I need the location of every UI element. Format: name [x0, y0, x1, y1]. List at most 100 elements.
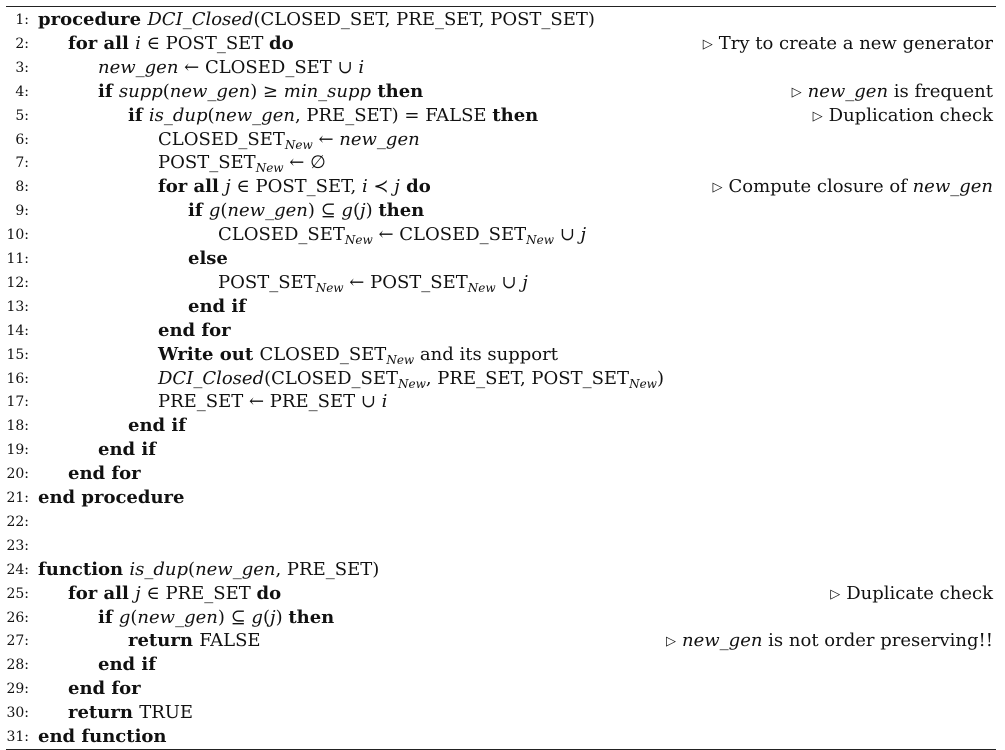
line-number: 28:: [6, 657, 29, 674]
line-number: 7:: [15, 155, 29, 172]
keyword: function: [38, 558, 130, 580]
code-text: new_gen: [195, 558, 276, 580]
line-number: 11:: [6, 251, 29, 267]
keyword: return: [128, 630, 200, 652]
comment: ▷ Duplicate check: [830, 582, 993, 607]
keyword: then: [378, 200, 425, 222]
algorithm-line: 31: end function: [0, 725, 1005, 749]
code-text: PRE_SET ← PRE_SET ∪: [158, 391, 382, 413]
algorithm-line: 13: end if: [0, 295, 1005, 319]
line-number: 26:: [6, 609, 29, 626]
algorithm-line: 30: return TRUE: [0, 701, 1005, 725]
code-text: Compute closure of: [728, 176, 913, 198]
algorithm-line: 23:: [0, 534, 1005, 558]
line-number: 16:: [6, 370, 29, 387]
line-number: 19:: [6, 442, 29, 459]
keyword: end for: [158, 319, 231, 341]
comment: ▷ Compute closure of new_gen: [712, 175, 993, 200]
triangle-right-icon: ▷: [830, 586, 841, 602]
comment: ▷ new_gen is frequent: [792, 80, 993, 105]
keyword: if: [188, 200, 209, 222]
keyword: for all: [68, 32, 136, 54]
line-number: 8:: [15, 179, 29, 196]
code-text: TRUE: [139, 702, 194, 724]
algorithm-line: 8: for all j ∈ POST_SET, i ≺ j do ▷ Compute…: [0, 175, 1005, 199]
code-text: CLOSED_SET: [158, 128, 285, 150]
algorithm-line: 3: new_gen ← CLOSED_SET ∪ i: [0, 56, 1005, 80]
line-number: 18:: [6, 418, 29, 435]
keyword: end for: [68, 463, 141, 485]
triangle-right-icon: ▷: [712, 180, 723, 196]
top-rule: [6, 6, 996, 7]
keyword: if: [98, 606, 119, 628]
code-text: g: [208, 200, 221, 222]
code-text: CLOSED_SET: [259, 343, 387, 365]
algorithm-line: 9: if g(new_gen) ⊆ g(j) then: [0, 199, 1005, 223]
code-statement: for all i ∈ POST_SET do: [68, 32, 294, 56]
code-statement: return TRUE: [68, 701, 193, 725]
keyword: for all: [68, 582, 136, 604]
code-text: ): [275, 606, 289, 628]
algorithm-line: 17: PRE_SET ← PRE_SET ∪ i: [0, 390, 1005, 414]
line-number: 4:: [15, 83, 29, 100]
code-text: g: [251, 606, 263, 628]
code-statement: end if: [98, 438, 156, 462]
line-number: 9:: [15, 203, 29, 220]
code-text: new_gen: [227, 200, 308, 222]
line-number: 1:: [15, 12, 29, 28]
algorithm-line: 15: Write out CLOSED_SETNew and its suppo…: [0, 343, 1005, 367]
algorithm-line: 12: POST_SETNew ← POST_SETNew ∪ j: [0, 271, 1005, 295]
keyword: then: [492, 104, 539, 126]
code-text: supp: [118, 80, 163, 102]
subscript: New: [397, 376, 426, 391]
algorithm-line: 22:: [0, 510, 1005, 534]
algorithm-line: 18: end if: [0, 414, 1005, 438]
code-statement: if is_dup(new_gen, PRE_SET) = FALSE then: [128, 104, 538, 128]
algorithm-line: 27: return FALSE ▷ new_gen is not order pre…: [0, 629, 1005, 653]
code-text: (: [352, 200, 360, 222]
code-text: POST_SET: [218, 271, 316, 293]
code-text: new_gen: [682, 630, 763, 652]
algorithm-line: 11: else: [0, 247, 1005, 271]
triangle-right-icon: ▷: [666, 634, 677, 650]
algorithm-line: 14: end for: [0, 319, 1005, 343]
code-statement: end function: [38, 725, 167, 749]
code-text: (: [162, 80, 170, 102]
algorithm-line: 24: function is_dup(new_gen, PRE_SET): [0, 558, 1005, 582]
code-text: g: [118, 606, 131, 628]
line-number: 24:: [6, 561, 29, 578]
algorithm-line: 21: end procedure: [0, 486, 1005, 510]
code-text: ≺: [367, 176, 395, 198]
keyword: end if: [98, 654, 156, 676]
code-text: i: [381, 391, 388, 413]
algorithm-line: 6: CLOSED_SETNew ← new_gen: [0, 128, 1005, 152]
keyword: if: [128, 104, 149, 126]
code-text: ): [365, 200, 379, 222]
line-number: 22:: [6, 513, 29, 530]
code-text: FALSE: [199, 630, 261, 652]
code-text: is frequent: [888, 80, 993, 102]
code-text: ∈ PRE_SET: [140, 582, 257, 604]
code-statement: end if: [188, 295, 246, 319]
keyword: do: [399, 176, 431, 198]
code-text: ) ⊆: [307, 200, 342, 222]
line-number: 15:: [6, 346, 29, 363]
algorithm-line: 28: end if: [0, 653, 1005, 677]
code-text: new_gen: [339, 128, 420, 150]
code-text: ∪: [495, 271, 523, 293]
subscript: New: [284, 137, 313, 152]
keyword: Write out: [158, 343, 260, 365]
code-statement: end if: [128, 414, 186, 438]
code-statement: if supp(new_gen) ≥ min_supp then: [98, 80, 423, 104]
code-text: ← CLOSED_SET ∪: [178, 56, 359, 78]
keyword: end for: [68, 678, 141, 700]
code-statement: new_gen ← CLOSED_SET ∪ i: [98, 56, 364, 80]
code-text: is_dup: [129, 558, 189, 580]
algorithm-line: 19: end if: [0, 438, 1005, 462]
code-text: , PRE_SET): [275, 558, 380, 580]
code-text: ← CLOSED_SET: [372, 224, 527, 246]
line-number: 14:: [6, 322, 29, 339]
code-statement: CLOSED_SETNew ← new_gen: [158, 128, 420, 152]
code-statement: if g(new_gen) ⊆ g(j) then: [188, 199, 424, 223]
code-statement: else: [188, 247, 228, 271]
